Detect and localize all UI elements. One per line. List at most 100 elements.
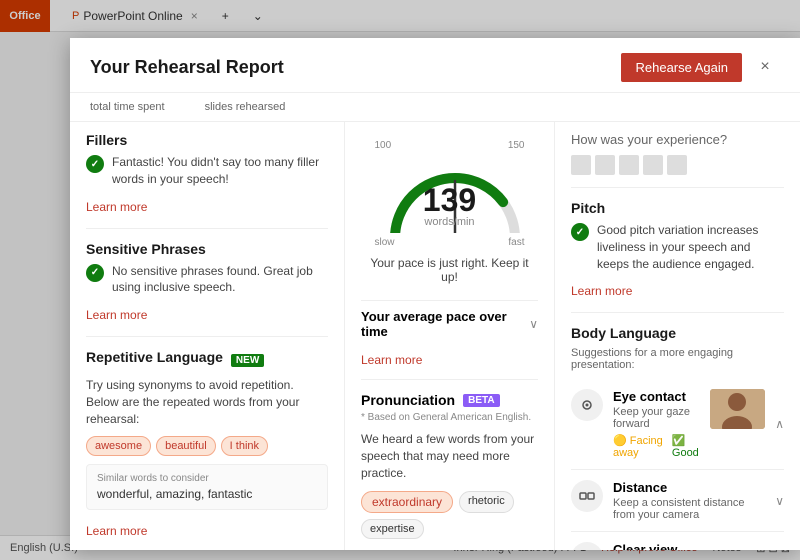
- pron-tag-2: expertise: [361, 519, 424, 539]
- star-3[interactable]: [619, 155, 639, 175]
- stat-slides-label: slides rehearsed: [205, 101, 286, 113]
- star-5[interactable]: [667, 155, 687, 175]
- avg-pace-chevron: ∨: [529, 317, 538, 331]
- sensitive-check-row: No sensitive phrases found. Great job us…: [86, 263, 328, 297]
- sensitive-phrases-title: Sensitive Phrases: [86, 241, 328, 257]
- experience-section: How was your experience?: [571, 132, 784, 175]
- pitch-section: Pitch Good pitch variation increases liv…: [571, 200, 784, 298]
- eye-contact-icon: [571, 389, 603, 421]
- gauge-wrap: 139 words/min: [380, 153, 520, 233]
- distance-title: Distance: [613, 480, 765, 495]
- stats-row: total time spent slides rehearsed: [70, 93, 800, 122]
- similar-words-box: Similar words to consider wonderful, ama…: [86, 464, 328, 510]
- fast-label: fast: [508, 237, 524, 248]
- stat-slides: slides rehearsed: [205, 101, 286, 113]
- sensitive-message: No sensitive phrases found. Great job us…: [112, 263, 328, 297]
- left-column: Fillers Fantastic! You didn't say too ma…: [70, 122, 345, 550]
- star-1[interactable]: [571, 155, 591, 175]
- pron-tag-1: rhetoric: [459, 491, 514, 513]
- gauge-number: 139: [423, 184, 476, 216]
- beta-badge: BETA: [463, 394, 499, 407]
- warning-dot: 🟡: [613, 435, 627, 447]
- word-tag-0: awesome: [86, 436, 151, 456]
- fillers-check-row: Fantastic! You didn't say too many fille…: [86, 154, 328, 188]
- eye-contact-content: Eye contact Keep your gaze forward 🟡 Fac…: [613, 389, 700, 459]
- panel-header: Your Rehearsal Report Rehearse Again ×: [70, 38, 800, 93]
- repetitive-title: Repetitive Language: [86, 349, 223, 365]
- eye-contact-thumb: [710, 389, 765, 429]
- sensitive-check-icon: [86, 264, 104, 282]
- similar-label: Similar words to consider: [97, 473, 317, 484]
- facing-away-status: 🟡 Facing away: [613, 434, 664, 459]
- word-tag-2: I think: [221, 436, 268, 456]
- clear-view-content: Clear view Keep the view of your face cl…: [613, 542, 765, 550]
- pron-desc: We heard a few words from your speech th…: [361, 431, 538, 481]
- divider-3: [361, 379, 538, 380]
- eye-contact-title: Eye contact: [613, 389, 700, 404]
- slow-label: slow: [375, 237, 395, 248]
- eye-contact-chevron[interactable]: ∧: [775, 417, 784, 431]
- distance-chevron[interactable]: ∨: [775, 494, 784, 508]
- divider-5: [571, 312, 784, 313]
- distance-item: Distance Keep a consistent distance from…: [571, 470, 784, 532]
- sensitive-learn-more[interactable]: Learn more: [86, 308, 147, 322]
- sensitive-phrases-section: Sensitive Phrases No sensitive phrases f…: [86, 241, 328, 323]
- right-column: How was your experience? Pitch Good pitc…: [555, 122, 800, 550]
- clear-view-icon: [571, 542, 603, 550]
- fillers-section: Fillers Fantastic! You didn't say too ma…: [86, 132, 328, 214]
- pitch-message: Good pitch variation increases livelines…: [597, 222, 784, 272]
- repetitive-learn-more[interactable]: Learn more: [86, 524, 147, 538]
- repeated-words: awesome beautiful I think: [86, 436, 328, 456]
- rating-stars: [571, 155, 784, 175]
- middle-column: 100 150 139 wor: [345, 122, 555, 550]
- pitch-check-row: Good pitch variation increases livelines…: [571, 222, 784, 272]
- pron-tags: extraordinary rhetoric expertise: [361, 491, 538, 539]
- pron-note: * Based on General American English.: [361, 412, 538, 423]
- panel-title: Your Rehearsal Report: [90, 57, 621, 78]
- report-panel: Your Rehearsal Report Rehearse Again × t…: [70, 38, 800, 550]
- stat-total-label: total time spent: [90, 101, 165, 113]
- pitch-learn-more[interactable]: Learn more: [571, 284, 632, 298]
- avg-pace-title: Your average pace over time: [361, 309, 529, 339]
- distance-icon: [571, 480, 603, 512]
- pace-learn-more[interactable]: Learn more: [361, 353, 422, 367]
- pron-tag-0: extraordinary: [361, 491, 453, 513]
- distance-desc: Keep a consistent distance from your cam…: [613, 497, 765, 521]
- fillers-learn-more[interactable]: Learn more: [86, 200, 147, 214]
- divider-2: [86, 336, 328, 337]
- star-4[interactable]: [643, 155, 663, 175]
- how-was-label: How was your experience?: [571, 132, 784, 147]
- gauge-value: 139 words/min: [423, 184, 476, 228]
- close-panel-button[interactable]: ×: [750, 52, 780, 82]
- similar-words: wonderful, amazing, fantastic: [97, 487, 317, 501]
- body-language-section: Body Language Suggestions for a more eng…: [571, 325, 784, 550]
- word-tag-1: beautiful: [156, 436, 216, 456]
- distance-content: Distance Keep a consistent distance from…: [613, 480, 765, 521]
- fillers-message: Fantastic! You didn't say too many fille…: [112, 154, 328, 188]
- repetitive-section: Repetitive Language NEW Try using synony…: [86, 349, 328, 537]
- gauge-min: 100: [375, 140, 392, 151]
- pron-title: Pronunciation: [361, 392, 455, 408]
- pronunciation-section: Pronunciation BETA * Based on General Am…: [361, 392, 538, 550]
- pace-description: Your pace is just right. Keep it up!: [361, 256, 538, 284]
- gauge-max: 150: [508, 140, 525, 151]
- good-dot: ✅: [672, 435, 686, 447]
- eye-contact-item: Eye contact Keep your gaze forward 🟡 Fac…: [571, 379, 784, 470]
- divider-1: [86, 228, 328, 229]
- fillers-check-icon: [86, 155, 104, 173]
- clear-view-title: Clear view: [613, 542, 765, 550]
- rehearse-again-button[interactable]: Rehearse Again: [621, 53, 742, 82]
- pace-gauge: 100 150 139 wor: [361, 132, 538, 300]
- eye-contact-status: 🟡 Facing away ✅ Good: [613, 434, 700, 459]
- pitch-title: Pitch: [571, 200, 784, 216]
- fillers-title: Fillers: [86, 132, 328, 148]
- pitch-check-icon: [571, 223, 589, 241]
- eye-contact-desc: Keep your gaze forward: [613, 406, 700, 430]
- good-status: ✅ Good: [672, 434, 700, 459]
- gauge-unit: words/min: [423, 216, 476, 228]
- panel-body: Fillers Fantastic! You didn't say too ma…: [70, 122, 800, 550]
- star-2[interactable]: [595, 155, 615, 175]
- new-badge: NEW: [231, 354, 264, 367]
- avg-pace-section[interactable]: Your average pace over time ∨: [361, 300, 538, 347]
- clear-view-item: Clear view Keep the view of your face cl…: [571, 532, 784, 550]
